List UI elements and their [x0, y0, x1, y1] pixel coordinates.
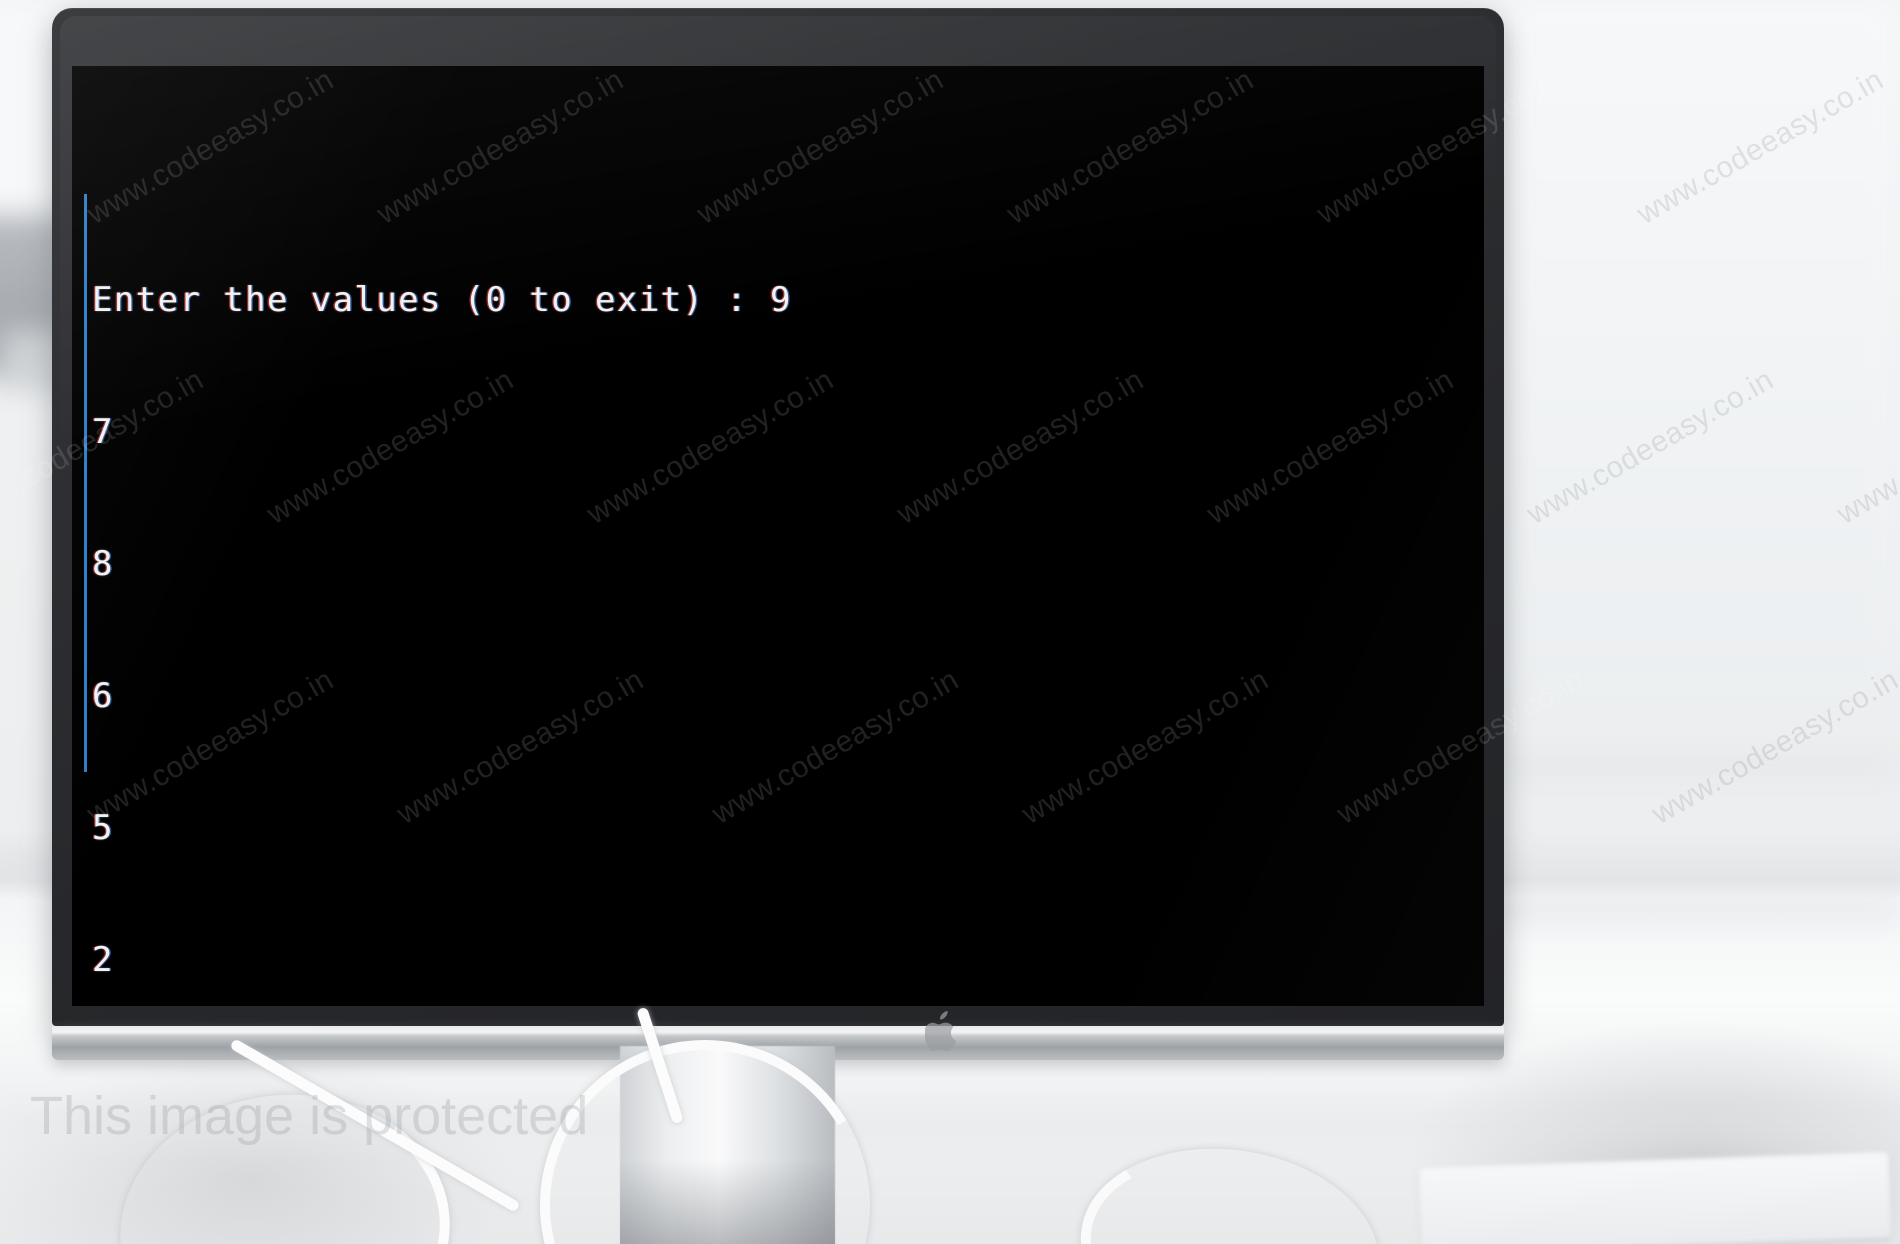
terminal-prompt-line: Enter the values (0 to exit) : 9: [92, 280, 792, 320]
background-wall-right: [1500, 0, 1900, 700]
screenshot-stage: Enter the values (0 to exit) : 9 7 8 6 5…: [0, 0, 1900, 1244]
background-shelf-line-1: [1480, 760, 1900, 770]
apple-logo-icon: [925, 1011, 957, 1051]
monitor-screen: Enter the values (0 to exit) : 9 7 8 6 5…: [72, 66, 1484, 1006]
text-cursor-bar: [84, 194, 87, 772]
terminal-output: Enter the values (0 to exit) : 9 7 8 6 5…: [92, 190, 1474, 1006]
terminal-input-value: 2: [92, 940, 114, 980]
terminal-input-value: 8: [92, 544, 114, 584]
terminal-input-value: 6: [92, 676, 114, 716]
image-protected-notice: This image is protected: [30, 1086, 589, 1146]
terminal-input-value: 5: [92, 808, 114, 848]
computer-monitor: Enter the values (0 to exit) : 9 7 8 6 5…: [52, 8, 1504, 1060]
keyboard: [1418, 1151, 1892, 1244]
background-shelf-line-2: [1480, 905, 1900, 914]
terminal-window[interactable]: Enter the values (0 to exit) : 9 7 8 6 5…: [72, 66, 1484, 1006]
terminal-input-value: 7: [92, 412, 114, 452]
terminal-viewport[interactable]: Enter the values (0 to exit) : 9 7 8 6 5…: [72, 102, 1484, 1006]
